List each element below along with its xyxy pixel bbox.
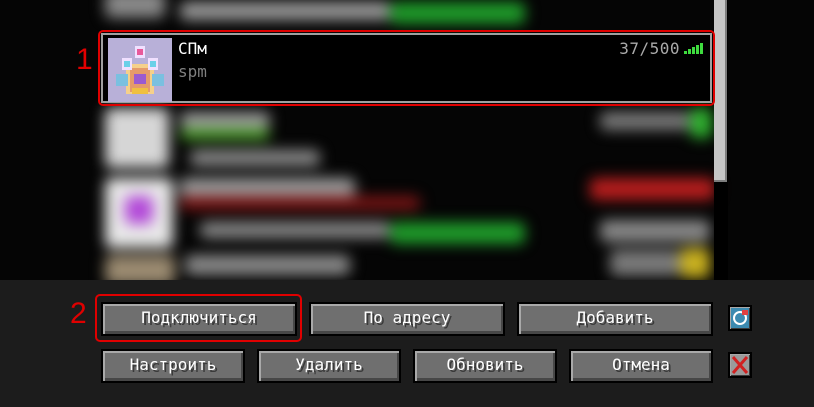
close-icon[interactable]: [728, 352, 752, 378]
callout-box-1: [98, 30, 715, 106]
callout-number-2: 2: [70, 297, 87, 330]
delete-server-button[interactable]: Удалить: [257, 349, 401, 383]
callout-number-1: 1: [76, 43, 93, 76]
refresh-button[interactable]: Обновить: [413, 349, 557, 383]
edit-server-button[interactable]: Настроить: [101, 349, 245, 383]
add-server-button[interactable]: Добавить: [517, 302, 713, 336]
direct-connect-button[interactable]: По адресу: [309, 302, 505, 336]
callout-box-2: [95, 294, 302, 342]
refresh-icon[interactable]: [728, 305, 752, 331]
cancel-button[interactable]: Отмена: [569, 349, 713, 383]
scrollbar-thumb[interactable]: [714, 0, 727, 182]
